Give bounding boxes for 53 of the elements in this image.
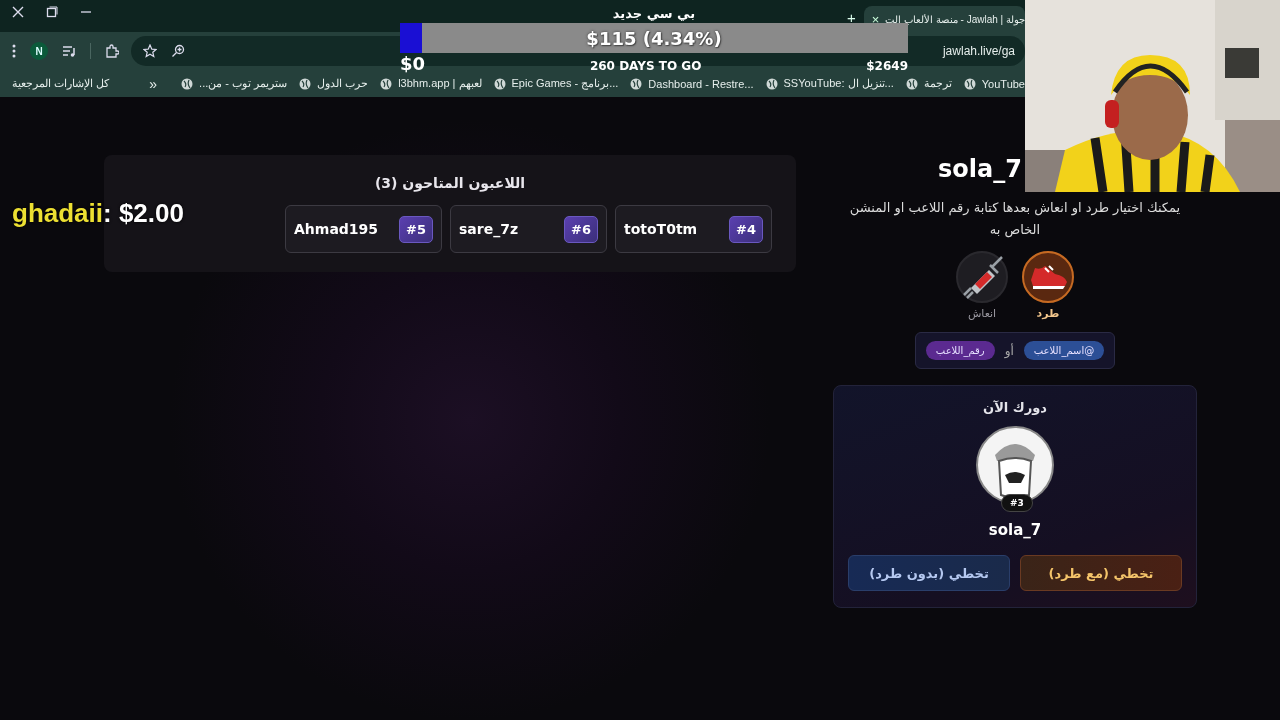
donation-text: ghadaii: $2.00 <box>12 198 184 229</box>
player-card[interactable]: totoT0tm #4 <box>615 205 772 253</box>
bookmark[interactable]: ترجمة <box>923 77 952 90</box>
player-number: #5 <box>399 215 433 243</box>
skip-button[interactable]: تخطي (مع طرد) <box>1020 555 1182 591</box>
player-card[interactable]: sare_7z #6 <box>450 205 607 253</box>
player-name: sare_7z <box>459 221 519 237</box>
goal-target: $2649 <box>866 59 908 73</box>
goal-start: $0 <box>400 53 426 74</box>
media-icon[interactable] <box>62 45 76 57</box>
action-button[interactable] <box>1022 251 1074 303</box>
goal-amount: $115 (4.34%) <box>586 27 722 49</box>
browser-tab[interactable]: × جولة | Jawlah - منصة الألعاب الت <box>863 6 1025 32</box>
bookmark[interactable]: Dashboard - Restre... <box>648 77 754 90</box>
bookmark[interactable]: SSYouTube: تنزيل ال... <box>783 77 894 90</box>
zoom-icon[interactable] <box>171 44 185 58</box>
action-button[interactable] <box>956 251 1008 303</box>
action-label: طرد <box>1036 307 1060 320</box>
player-number: #6 <box>564 215 598 243</box>
player-number: #4 <box>729 215 763 243</box>
tab-title: جولة | Jawlah - منصة الألعاب الت <box>885 14 1025 26</box>
more-bookmarks-button[interactable]: » <box>149 75 158 92</box>
new-tab-button[interactable]: + <box>846 11 856 24</box>
extension-icon[interactable] <box>105 44 119 58</box>
player-name: Ahmad195 <box>294 221 379 237</box>
bookmark[interactable]: حرب الدول <box>317 77 369 90</box>
skip-button[interactable]: تخطي (بدون طرد) <box>848 555 1010 591</box>
restore-icon[interactable] <box>46 6 58 18</box>
turn-title: دورك الآن <box>983 400 1047 415</box>
goal-title: بي سي جديد <box>612 6 696 21</box>
menu-icon[interactable] <box>12 44 16 58</box>
bookmark[interactable]: ستريمر توب - من... <box>199 77 288 90</box>
player-card[interactable]: Ahmad195 #5 <box>285 205 442 253</box>
close-icon[interactable] <box>12 6 24 18</box>
or-label: أو <box>1004 343 1014 358</box>
url-text: jawlah.live/ga <box>942 44 1015 58</box>
player-badge: #3 <box>1001 494 1033 512</box>
all-bookmarks-link[interactable]: كل الإشارات المرجعية <box>12 77 110 90</box>
instructions-text: يمكنك اختيار طرد او انعاش بعدها كتابة رقم اللاعب او المنشن الخاص به <box>848 199 1182 240</box>
profile-avatar[interactable]: N <box>30 42 48 60</box>
action-label: انعاش <box>967 307 997 320</box>
star-icon[interactable] <box>143 44 157 58</box>
bookmark[interactable]: l3bhm.app | لعبهم <box>398 77 482 90</box>
bookmark[interactable]: YouTube <box>981 77 1025 90</box>
hint-chip: رقم_اللاعب <box>925 341 995 360</box>
player-name: sola_7 <box>988 521 1042 539</box>
days-left: 260 DAYS TO GO <box>589 59 702 73</box>
bookmark[interactable]: Epic Games - برنامج... <box>511 77 619 90</box>
tab-close-button[interactable]: × <box>871 14 880 26</box>
player-heading: sola_7 <box>938 155 1022 183</box>
panel-title: اللاعبون المتاحون (3) <box>373 175 527 191</box>
hint-chip: @اسم_اللاعب <box>1023 341 1105 360</box>
player-name: totoT0tm <box>624 221 698 237</box>
